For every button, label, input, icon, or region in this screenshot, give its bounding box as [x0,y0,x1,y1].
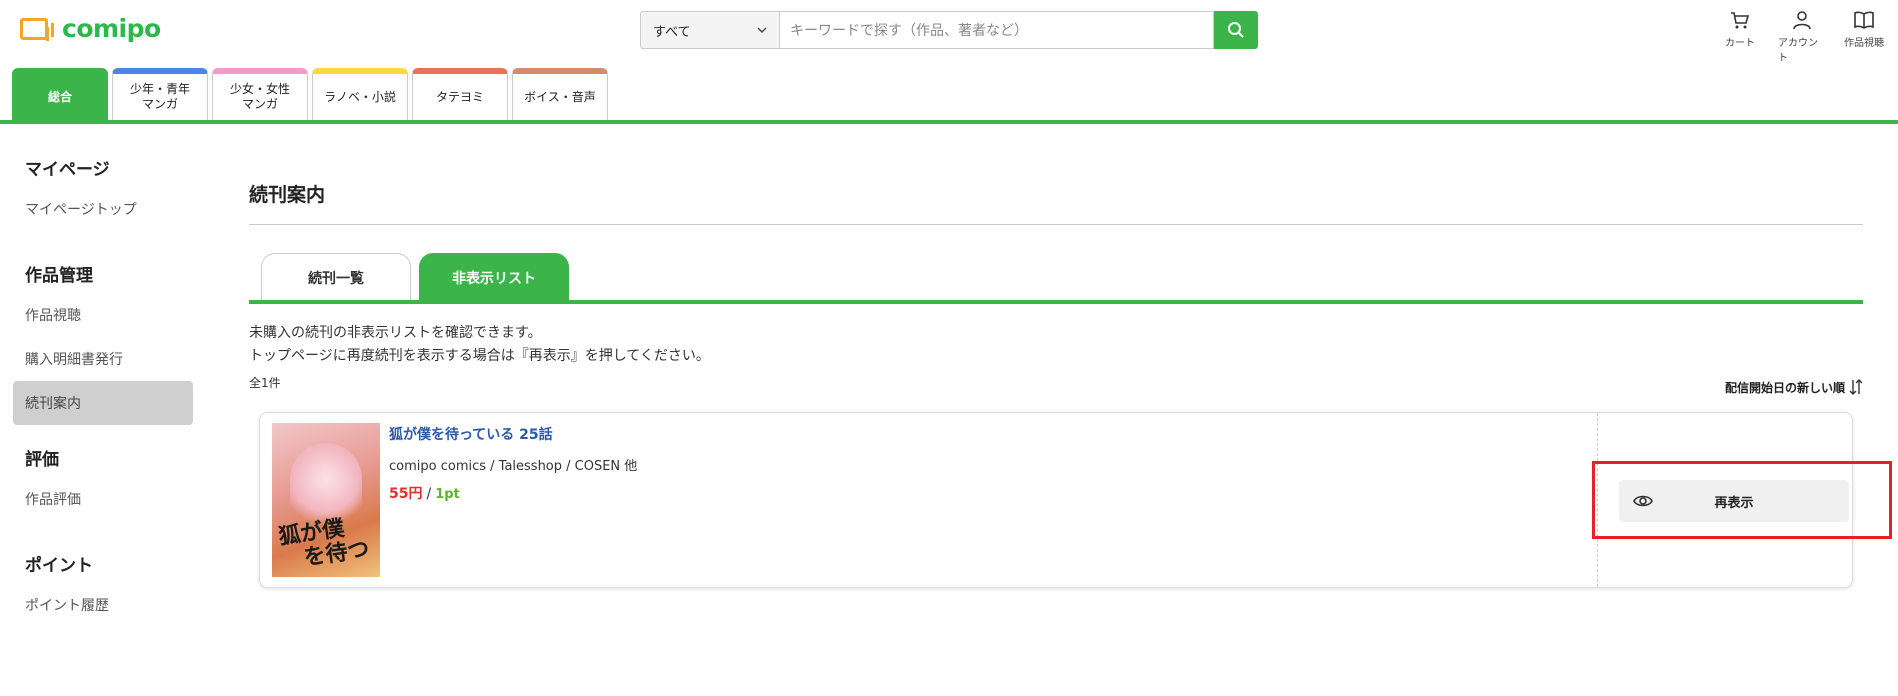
price-yen: 55円 [389,486,423,502]
book-cover[interactable]: 狐が僕 を待つ [272,423,380,577]
book-meta: comipo comics / Talesshop / COSEN 他 [389,459,638,474]
tab-light-novel[interactable]: ラノベ・小説 [312,68,408,120]
header-icon-group: カート アカウント 作品視聴 [1716,10,1888,64]
search-button[interactable] [1214,11,1258,49]
search-category-select[interactable]: すべて [640,11,780,49]
tab-shonen-seinen-label: 少年・青年 マンガ [129,82,190,111]
description-line-1: 未購入の続刊の非表示リストを確認できます。 [249,325,542,341]
book-icon [1854,11,1874,29]
library-label: 作品視聴 [1844,38,1884,49]
logo-text: comipo [62,14,161,43]
logo-mark-icon [20,17,54,40]
tab-shonen-seinen[interactable]: 少年・青年 マンガ [112,68,208,120]
sort-control[interactable]: 配信開始日の新しい順 [1725,378,1863,396]
tab-tateyomi[interactable]: タテヨミ [412,68,508,120]
tab-voice-label: ボイス・音声 [524,89,596,104]
account-link[interactable]: アカウント [1778,10,1826,64]
search-input[interactable]: キーワードで探す（作品、著者など） [780,11,1214,49]
sidebar: マイページ マイページトップ 作品管理 作品視聴 購入明細書発行 続刊案内 評価… [13,155,193,627]
chevron-down-icon [757,27,767,33]
sidebar-item-receipt[interactable]: 購入明細書発行 [13,337,193,381]
title-divider [249,224,1863,225]
tab-tateyomi-label: タテヨミ [435,89,484,104]
cart-label: カート [1725,38,1755,49]
cart-icon [1731,12,1750,29]
cart-link[interactable]: カート [1716,10,1764,64]
tabs-divider [249,300,1863,304]
tab-light-novel-label: ラノベ・小説 [324,89,396,104]
description: 未購入の続刊の非表示リストを確認できます。 トップページに再度続刊を表示する場合… [249,322,710,368]
price-separator: / [426,486,432,502]
sort-icon [1849,379,1863,395]
tab-general-label: 総合 [47,89,72,104]
sidebar-item-point-history[interactable]: ポイント履歴 [13,583,193,627]
account-icon [1793,11,1811,30]
tab-hidden-list[interactable]: 非表示リスト [419,253,569,301]
site-header: comipo すべて キーワードで探す（作品、著者など） カート アカウント 作… [0,0,1898,64]
search-bar: すべて キーワードで探す（作品、著者など） [640,11,1258,49]
book-title-link[interactable]: 狐が僕を待っている 25話 [389,424,553,444]
tab-general[interactable]: 総合 [12,68,108,120]
logo[interactable]: comipo [20,14,161,43]
description-line-2: トップページに再度続刊を表示する場合は『再表示』を押してください。 [249,348,710,364]
book-price: 55円/1pt [389,483,460,503]
main-content: 続刊案内 続刊一覧 非表示リスト 未購入の続刊の非表示リストを確認できます。 ト… [249,180,1892,588]
sidebar-heading-mypage: マイページ [25,160,110,180]
tab-shojo-josei[interactable]: 少女・女性 マンガ [212,68,308,120]
page-title: 続刊案内 [249,184,326,206]
sidebar-heading-works: 作品管理 [25,266,93,286]
price-point: 1pt [435,487,460,502]
sidebar-heading-points: ポイント [25,556,93,576]
account-label: アカウント [1778,38,1818,64]
sidebar-item-works-view[interactable]: 作品視聴 [13,293,193,337]
cover-title-art: 狐が僕 を待つ [276,515,372,574]
list-item: 狐が僕 を待つ 狐が僕を待っている 25話 comipo comics / Ta… [259,412,1892,588]
result-count: 全1件 [249,376,281,390]
tab-sequel-list[interactable]: 続刊一覧 [261,253,411,301]
search-category-value: すべて [653,24,691,40]
sidebar-item-sequel-info[interactable]: 続刊案内 [13,381,193,425]
sort-label: 配信開始日の新しい順 [1724,380,1845,395]
category-tabs: 総合 少年・青年 マンガ 少女・女性 マンガ ラノベ・小説 タテヨミ ボイス・音声 [12,68,608,120]
search-icon [1228,22,1244,38]
tab-voice[interactable]: ボイス・音声 [512,68,608,120]
library-link[interactable]: 作品視聴 [1840,10,1888,64]
sequel-tabs: 続刊一覧 非表示リスト [261,253,569,301]
sidebar-item-mypage-top[interactable]: マイページトップ [13,187,193,231]
sidebar-item-rating[interactable]: 作品評価 [13,477,193,521]
highlight-box [1592,461,1892,539]
sidebar-heading-rating: 評価 [25,450,59,470]
search-placeholder: キーワードで探す（作品、著者など） [790,23,1028,39]
tab-shojo-josei-label: 少女・女性 マンガ [229,82,290,111]
category-divider [0,120,1898,124]
